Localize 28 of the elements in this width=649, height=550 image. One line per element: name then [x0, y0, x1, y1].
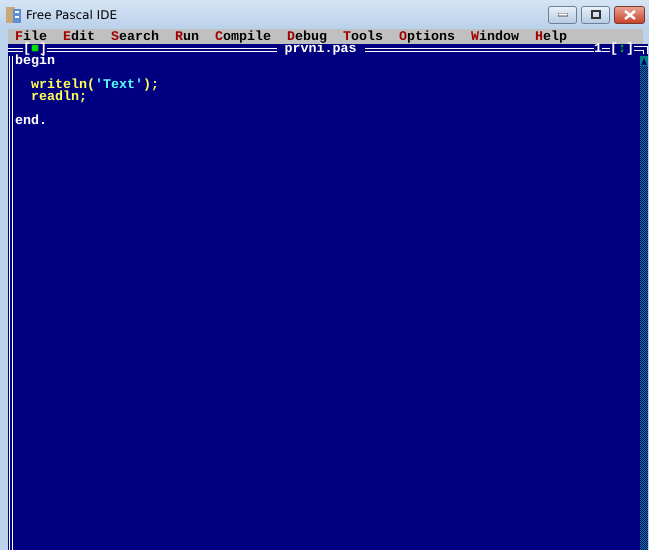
file-title: prvni.pas	[284, 44, 358, 56]
menu-item[interactable]: File	[15, 31, 47, 44]
menu-item[interactable]: Tools	[343, 31, 383, 44]
frame-corner	[634, 46, 648, 54]
minimize-icon	[558, 12, 568, 16]
maximize-button[interactable]	[581, 6, 610, 24]
scrollbar[interactable]	[640, 56, 648, 550]
menu-item[interactable]: Window	[471, 31, 519, 44]
code-line: end.	[15, 116, 47, 128]
app-icon	[6, 6, 22, 24]
minimize-button[interactable]	[548, 6, 577, 24]
menu-item[interactable]: Compile	[215, 31, 271, 44]
window-number: 1	[594, 44, 602, 56]
menu-item[interactable]: Edit	[63, 31, 95, 44]
maximize-icon	[590, 10, 600, 19]
code-line: begin	[15, 56, 55, 68]
window-title: Free Pascal IDE	[26, 6, 118, 24]
code-line: writeln('Text');	[31, 80, 159, 92]
menu-item[interactable]: Search	[111, 31, 159, 44]
zoom-box[interactable]: [↕]	[610, 44, 634, 56]
menu-item[interactable]: Debug	[287, 31, 327, 44]
close-icon	[624, 10, 636, 20]
code-line: readln;	[31, 92, 87, 104]
menu-item[interactable]: Help	[535, 31, 567, 44]
scroll-up-icon[interactable]	[640, 56, 648, 66]
close-button[interactable]	[614, 6, 645, 24]
menu-item[interactable]: Options	[399, 31, 455, 44]
menu-item[interactable]: Run	[175, 31, 199, 44]
